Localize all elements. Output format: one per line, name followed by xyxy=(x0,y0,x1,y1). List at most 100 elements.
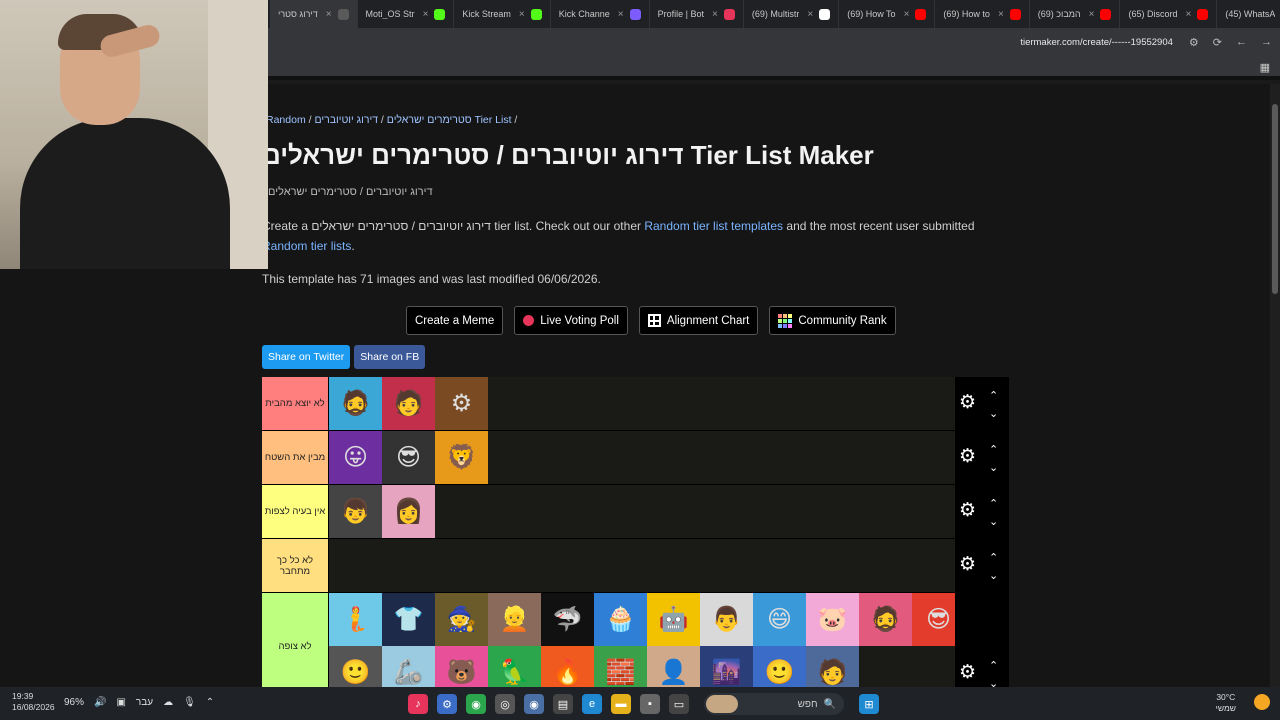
network-icon[interactable]: ▣ xyxy=(116,697,125,708)
tab-close-icon[interactable]: × xyxy=(519,9,525,20)
tier-move-down-icon[interactable]: ⌄ xyxy=(989,517,998,528)
tier-item-image[interactable]: 🤖 xyxy=(647,593,700,646)
browser-tab[interactable]: Moti_OS Str × xyxy=(358,0,455,28)
tier-settings-gear-icon[interactable]: ⚙ xyxy=(959,445,976,468)
tier-label[interactable]: מבין את השטח xyxy=(262,431,329,484)
tier-items[interactable]: 👦 👩 xyxy=(329,485,1009,538)
create-meme-button[interactable]: Create a Meme xyxy=(406,306,504,335)
tier-item-image[interactable]: ⚙ xyxy=(435,377,488,430)
back-icon[interactable]: ← xyxy=(1236,36,1247,48)
alignment-chart-button[interactable]: Alignment Chart xyxy=(638,306,759,335)
tier-label[interactable]: לא צופה xyxy=(262,593,329,687)
tier-item-image[interactable]: 🔥 xyxy=(541,646,594,687)
clock[interactable]: 19:39 16/08/2026 xyxy=(12,691,55,713)
tier-item-image[interactable]: 🧔 xyxy=(859,593,912,646)
tier-item-image[interactable]: 😎 xyxy=(382,431,435,484)
weather[interactable]: 30°C שמשי xyxy=(1216,692,1236,714)
address-url[interactable]: tiermaker.com/create/------19552904 xyxy=(1020,37,1173,48)
tab-close-icon[interactable]: × xyxy=(1186,9,1192,20)
tier-item-image[interactable]: 🧙 xyxy=(435,593,488,646)
tab-close-icon[interactable]: × xyxy=(712,9,718,20)
obs-icon[interactable]: ◎ xyxy=(495,694,515,714)
tier-item-image[interactable]: 😄 xyxy=(753,593,806,646)
tier-item-image[interactable]: 🧑 xyxy=(806,646,859,687)
tier-item-image[interactable]: 👕 xyxy=(382,593,435,646)
tier-move-down-icon[interactable]: ⌄ xyxy=(989,679,998,688)
mic-icon[interactable]: 🎙 xyxy=(183,697,196,708)
tier-items[interactable]: 🧔 🧑 ⚙ xyxy=(329,377,1009,430)
tier-item-image[interactable]: 🐷 xyxy=(806,593,859,646)
tier-item-image[interactable]: 🧱 xyxy=(594,646,647,687)
tier-item-image[interactable]: 🙂 xyxy=(753,646,806,687)
tier-item-image[interactable]: 🌆 xyxy=(700,646,753,687)
tier-item-image[interactable]: 🙂 xyxy=(329,646,382,687)
tab-close-icon[interactable]: × xyxy=(998,9,1004,20)
tier-item-image[interactable]: 🦈 xyxy=(541,593,594,646)
tier-item-image[interactable]: 🧔 xyxy=(329,377,382,430)
tier-item-image[interactable]: 👱 xyxy=(488,593,541,646)
tier-label[interactable]: לא כל כך מתחבר xyxy=(262,539,329,592)
tier-settings-gear-icon[interactable]: ⚙ xyxy=(959,499,976,522)
taskbar-search[interactable]: חפש 🔍 xyxy=(704,693,844,715)
volume-icon[interactable]: 🔊 xyxy=(94,697,106,708)
tier-move-up-icon[interactable]: ⌃ xyxy=(989,661,998,672)
tier-item-image[interactable]: 🧜 xyxy=(329,593,382,646)
tab-close-icon[interactable]: × xyxy=(807,9,813,20)
tier-item-image[interactable]: 🦜 xyxy=(488,646,541,687)
taskview-icon[interactable]: ▭ xyxy=(669,694,689,714)
tier-label[interactable]: אין בעיה לצפות xyxy=(262,485,329,538)
tier-item-image[interactable]: 🧑 xyxy=(382,377,435,430)
random-lists-link[interactable]: Random tier lists xyxy=(262,239,351,253)
tab-close-icon[interactable]: × xyxy=(326,9,332,20)
tier-items[interactable]: 🧜 👕 🧙 👱 🦈 🧁 🤖 👨 😄 🐷 🧔 😎 🙂 🦾 🐻 🦜 🔥 🧱 👤 🌆 🙂 🧑 xyxy=(329,593,1009,687)
tier-item-image[interactable]: 👦 xyxy=(329,485,382,538)
store-icon[interactable]: ▤ xyxy=(553,694,573,714)
random-templates-link[interactable]: Random tier list templates xyxy=(644,219,783,233)
tab-close-icon[interactable]: × xyxy=(423,9,429,20)
chrome-icon[interactable]: ◉ xyxy=(466,694,486,714)
tier-item-image[interactable]: 😛 xyxy=(329,431,382,484)
chevron-up-icon[interactable]: ⌃ xyxy=(206,697,214,708)
onedrive-icon[interactable]: ☁ xyxy=(163,697,173,708)
tier-item-image[interactable]: 👨 xyxy=(700,593,753,646)
community-rank-button[interactable]: Community Rank xyxy=(769,306,896,335)
tier-move-up-icon[interactable]: ⌃ xyxy=(989,445,998,456)
breadcrumb-category[interactable]: סטרימרים ישראלים xyxy=(387,114,472,126)
tier-move-down-icon[interactable]: ⌄ xyxy=(989,463,998,474)
tier-move-down-icon[interactable]: ⌄ xyxy=(989,409,998,420)
folder-icon[interactable]: ▬ xyxy=(611,694,631,714)
tier-item-image[interactable]: 👤 xyxy=(647,646,700,687)
browser-tab[interactable]: (69) המבוכ × xyxy=(1030,0,1121,28)
chrome-active-icon[interactable]: ◉ xyxy=(524,694,544,714)
tier-settings-gear-icon[interactable]: ⚙ xyxy=(959,553,976,576)
browser-tab[interactable]: דירוג סטרי × xyxy=(270,0,358,28)
scrollbar-thumb[interactable] xyxy=(1272,104,1278,294)
tab-close-icon[interactable]: × xyxy=(904,9,910,20)
battery-indicator[interactable]: 96% xyxy=(64,697,84,708)
page-scrollbar[interactable] xyxy=(1270,84,1280,687)
browser-tab[interactable]: (45) WhatsA× xyxy=(1217,0,1280,28)
browser-tab[interactable]: (69) How to × xyxy=(935,0,1030,28)
site-settings-icon[interactable]: ⚙ xyxy=(1189,36,1199,49)
tier-move-up-icon[interactable]: ⌃ xyxy=(989,499,998,510)
tier-item-image[interactable]: 🦁 xyxy=(435,431,488,484)
browser-tab[interactable]: Kick Stream × xyxy=(454,0,551,28)
tier-move-up-icon[interactable]: ⌃ xyxy=(989,391,998,402)
browser-tab[interactable]: (69) Multistr × xyxy=(744,0,840,28)
forward-icon[interactable]: → xyxy=(1261,36,1272,48)
browser-tab[interactable]: (69) How To × xyxy=(839,0,936,28)
tier-item-image[interactable]: 👩 xyxy=(382,485,435,538)
live-voting-poll-button[interactable]: Live Voting Poll xyxy=(514,306,628,335)
browser-tab[interactable]: Profile | Bot × xyxy=(650,0,744,28)
browser-tab[interactable]: (65) Discord × xyxy=(1120,0,1218,28)
tier-move-up-icon[interactable]: ⌃ xyxy=(989,553,998,564)
share-twitter-button[interactable]: Share on Twitter xyxy=(262,345,351,369)
settings-icon[interactable]: ⚙ xyxy=(437,694,457,714)
app-icon[interactable]: ▪ xyxy=(640,694,660,714)
tab-close-icon[interactable]: × xyxy=(1089,9,1095,20)
tier-settings-gear-icon[interactable]: ⚙ xyxy=(959,391,976,414)
tier-item-image[interactable]: 🐻 xyxy=(435,646,488,687)
tier-label[interactable]: לא יוצא מהבית xyxy=(262,377,329,430)
breadcrumb-random[interactable]: Random xyxy=(266,114,306,126)
tier-items[interactable] xyxy=(329,539,1009,592)
